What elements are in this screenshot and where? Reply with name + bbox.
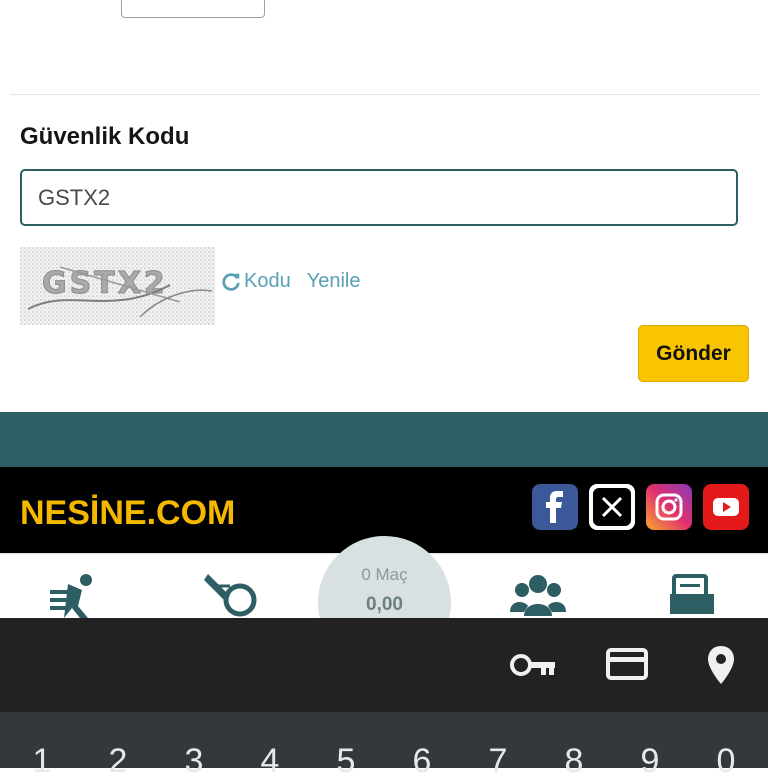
divider (10, 94, 760, 95)
security-code-label: Güvenlik Kodu (20, 123, 190, 150)
security-code-input[interactable] (20, 169, 738, 226)
location-icon[interactable] (706, 644, 736, 691)
youtube-icon[interactable] (703, 484, 749, 530)
sports-nav-icon[interactable] (48, 572, 104, 618)
svg-text:GSTX2: GSTX2 (42, 266, 168, 301)
facebook-icon[interactable] (532, 484, 578, 530)
key-5[interactable]: 5 (308, 742, 384, 781)
refresh-label-1: Kodu (244, 270, 291, 292)
key-0[interactable]: 0 (688, 742, 764, 781)
key-3[interactable]: 3 (156, 742, 232, 781)
captcha-image: GSTX2 (20, 247, 215, 325)
keyboard-toolbar (0, 618, 768, 712)
coupon-match-count: 0 Maç (361, 565, 408, 584)
refresh-icon (220, 271, 242, 293)
key-9[interactable]: 9 (612, 742, 688, 781)
key-4[interactable]: 4 (232, 742, 308, 781)
card-icon[interactable] (606, 648, 648, 685)
key-icon[interactable] (509, 650, 557, 685)
key-7[interactable]: 7 (460, 742, 536, 781)
community-nav-icon[interactable] (510, 572, 566, 618)
key-1[interactable]: 1 (4, 742, 80, 781)
live-bet-nav-icon[interactable] (204, 572, 260, 618)
refresh-captcha-link[interactable]: Kodu Yenile (220, 270, 360, 293)
coupons-nav-icon[interactable] (664, 572, 720, 618)
svg-text:NESİNE.COM: NESİNE.COM (20, 494, 235, 531)
refresh-label-2: Yenile (306, 270, 361, 292)
coupon-amount: 0,00 (366, 594, 403, 615)
submit-button[interactable]: Gönder (638, 325, 749, 382)
key-2[interactable]: 2 (80, 742, 156, 781)
key-8[interactable]: 8 (536, 742, 612, 781)
key-6[interactable]: 6 (384, 742, 460, 781)
x-icon[interactable] (589, 484, 635, 530)
nesine-logo[interactable]: NESİNE.COM (20, 487, 240, 532)
footer-band (0, 412, 768, 467)
previous-field[interactable] (121, 0, 265, 18)
instagram-icon[interactable] (646, 484, 692, 530)
